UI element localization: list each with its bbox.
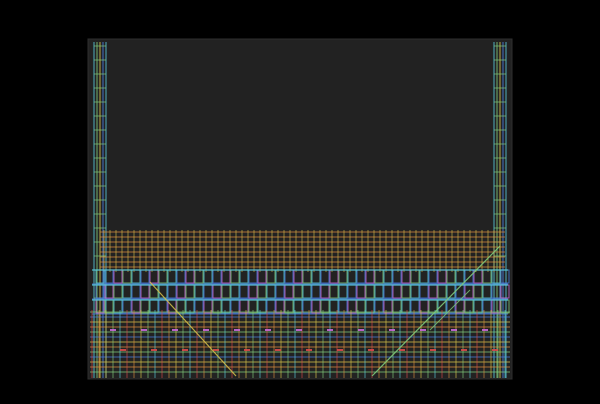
die-outline xyxy=(87,38,513,380)
layout-viewer[interactable] xyxy=(0,0,600,400)
chip-layout-canvas[interactable] xyxy=(0,0,600,400)
